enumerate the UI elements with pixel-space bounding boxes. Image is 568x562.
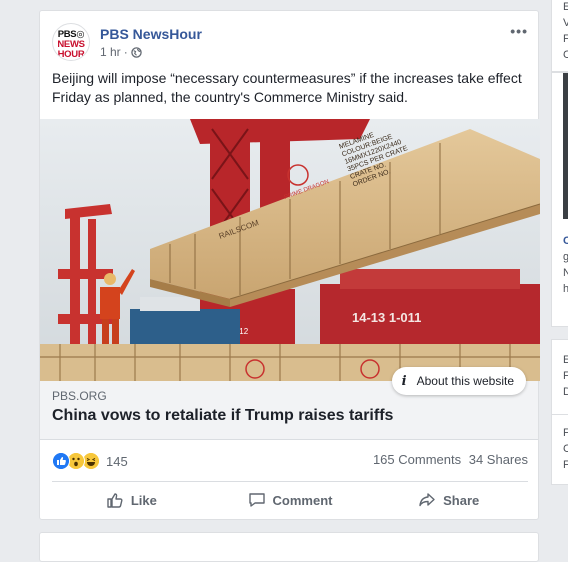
page-avatar-logo[interactable]: PBS◎ NEWS HOUR bbox=[52, 23, 90, 61]
link-preview-image[interactable]: 14-13 1-012 14-13 1-011 bbox=[40, 119, 540, 381]
thumbs-up-icon bbox=[107, 493, 123, 508]
shares-count-link[interactable]: 34 Shares bbox=[469, 452, 528, 467]
info-icon: i bbox=[401, 373, 407, 389]
post-timestamp[interactable]: 1 hr bbox=[100, 45, 121, 59]
reaction-count: 145 bbox=[106, 453, 128, 469]
like-reaction-icon bbox=[52, 452, 70, 470]
reaction-summary[interactable]: 145 bbox=[52, 452, 128, 470]
sidebar-text: F bbox=[552, 457, 568, 473]
sidebar-thumbnail bbox=[563, 73, 568, 219]
sidebar-text: D bbox=[552, 384, 568, 400]
sidebar-text: E bbox=[552, 340, 568, 368]
meta-separator: · bbox=[123, 45, 128, 59]
link-domain: PBS.ORG bbox=[52, 389, 107, 403]
more-options-button[interactable]: ••• bbox=[510, 23, 528, 39]
post-action-bar: Like Comment Share bbox=[52, 481, 528, 518]
globe-icon[interactable] bbox=[130, 46, 142, 58]
sidebar-text: h bbox=[552, 281, 568, 297]
news-feed-post: PBS◎ NEWS HOUR PBS NewsHour 1 hr · ••• B… bbox=[39, 10, 540, 520]
sidebar-text: E bbox=[552, 0, 568, 15]
post-meta: 1 hr · bbox=[100, 45, 142, 59]
sidebar-text: V bbox=[552, 15, 568, 31]
comment-label: Comment bbox=[272, 492, 333, 508]
like-button[interactable]: Like bbox=[52, 482, 211, 518]
link-headline[interactable]: China vows to retaliate if Trump raises … bbox=[52, 407, 393, 425]
sidebar-text: C bbox=[552, 233, 568, 249]
share-arrow-icon bbox=[419, 493, 435, 507]
page-name-link[interactable]: PBS NewsHour bbox=[100, 26, 202, 42]
comments-count-link[interactable]: 165 Comments bbox=[373, 452, 461, 467]
sidebar-text: F bbox=[552, 368, 568, 384]
engagement-counts: 165 Comments 34 Shares bbox=[369, 452, 528, 467]
sidebar-card-4[interactable]: F C F bbox=[551, 415, 568, 485]
shipping-crates-photo: 14-13 1-012 14-13 1-011 bbox=[40, 119, 540, 381]
link-preview-caption[interactable]: i About this website PBS.ORG China vows … bbox=[40, 367, 538, 440]
logo-text: HOUR bbox=[57, 49, 85, 60]
like-label: Like bbox=[130, 492, 157, 508]
post-message: Beijing will impose “necessary counterme… bbox=[52, 70, 522, 105]
sidebar-text: F bbox=[552, 31, 568, 47]
sidebar-text: N bbox=[552, 265, 568, 281]
post-stats: 145 165 Comments 34 Shares bbox=[52, 451, 528, 471]
share-label: Share bbox=[443, 492, 480, 508]
share-button[interactable]: Share bbox=[369, 482, 528, 518]
sidebar-card-1[interactable]: E V F C bbox=[551, 0, 568, 72]
about-this-website-button[interactable]: i About this website bbox=[391, 367, 526, 395]
crane-number: 14-13 1-011 bbox=[352, 310, 421, 325]
comment-bubble-icon bbox=[248, 493, 265, 507]
sidebar-text: C bbox=[552, 441, 568, 457]
comment-button[interactable]: Comment bbox=[211, 482, 370, 518]
next-feed-post bbox=[39, 532, 539, 562]
sidebar-card-3[interactable]: E F D bbox=[551, 339, 568, 415]
right-sidebar: E V F C C g N h E F D F C F bbox=[551, 0, 568, 545]
sidebar-text: g bbox=[552, 249, 568, 265]
post-header: PBS◎ NEWS HOUR PBS NewsHour 1 hr · ••• bbox=[52, 23, 528, 63]
about-label: About this website bbox=[416, 374, 514, 388]
sidebar-text: C bbox=[552, 47, 568, 63]
sidebar-card-2[interactable]: C g N h bbox=[551, 72, 568, 327]
sidebar-text: F bbox=[552, 415, 568, 441]
